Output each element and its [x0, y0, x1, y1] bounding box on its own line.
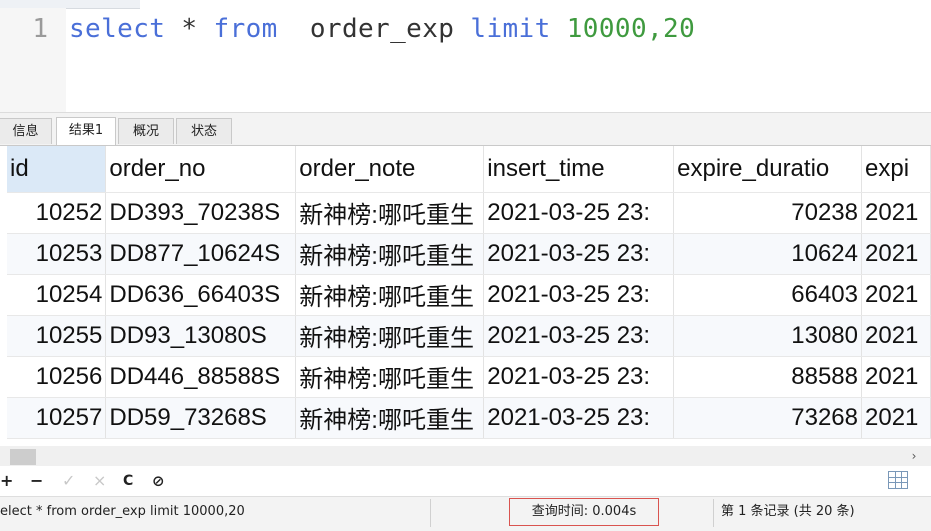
refresh-icon[interactable]: C: [123, 470, 133, 492]
column-header-insert-time[interactable]: insert_time: [483, 146, 675, 193]
cell-order-note[interactable]: 新神榜:哪吒重生: [295, 315, 485, 357]
cell-expire-duration[interactable]: 10624: [673, 233, 862, 275]
cell-id[interactable]: 10256: [7, 356, 107, 398]
cell-insert-time[interactable]: 2021-03-25 23:: [483, 356, 675, 398]
cell-order-note[interactable]: 新神榜:哪吒重生: [295, 192, 485, 234]
cell-order-note[interactable]: 新神榜:哪吒重生: [295, 274, 485, 316]
column-header-expire-duration[interactable]: expire_duratio: [673, 146, 862, 193]
cell-insert-time[interactable]: 2021-03-25 23:: [483, 233, 675, 275]
result-tab-bar: 信息 结果1 概况 状态: [0, 112, 931, 146]
delete-record-icon[interactable]: −: [30, 470, 43, 492]
stop-icon[interactable]: ⊘: [152, 470, 165, 492]
status-query-time: 查询时间: 0.004s: [509, 498, 659, 526]
scroll-right-arrow-icon[interactable]: ›: [904, 446, 924, 466]
cell-order-note[interactable]: 新神榜:哪吒重生: [295, 397, 485, 439]
status-divider: [430, 499, 431, 527]
add-record-icon[interactable]: +: [0, 470, 13, 492]
result-grid[interactable]: id order_no order_note insert_time expir…: [7, 146, 931, 439]
horizontal-scrollbar[interactable]: ›: [0, 446, 931, 466]
cell-insert-time[interactable]: 2021-03-25 23:: [483, 397, 675, 439]
table-row[interactable]: 10252 DD393_70238S 新神榜:哪吒重生 2021-03-25 2…: [7, 192, 931, 234]
table-row[interactable]: 10256 DD446_88588S 新神榜:哪吒重生 2021-03-25 2…: [7, 356, 931, 398]
apply-changes-icon[interactable]: ✓: [62, 470, 75, 492]
cell-expire-time[interactable]: 2021: [861, 274, 931, 316]
status-divider: [713, 499, 714, 527]
keyword-limit: limit: [470, 14, 551, 44]
result-table: id order_no order_note insert_time expir…: [7, 146, 931, 439]
cell-expire-time[interactable]: 2021: [861, 192, 931, 234]
token-table-name: order_exp: [309, 14, 455, 44]
cell-expire-duration[interactable]: 13080: [673, 315, 862, 357]
cell-order-no[interactable]: DD877_10624S: [105, 233, 297, 275]
status-bar: elect * from order_exp limit 10000,20 查询…: [0, 496, 931, 531]
cell-id[interactable]: 10252: [7, 192, 107, 234]
cell-insert-time[interactable]: 2021-03-25 23:: [483, 315, 675, 357]
cell-expire-time[interactable]: 2021: [861, 315, 931, 357]
line-number: 1: [32, 14, 48, 44]
cell-expire-duration[interactable]: 66403: [673, 274, 862, 316]
cell-id[interactable]: 10254: [7, 274, 107, 316]
cell-expire-duration[interactable]: 70238: [673, 192, 862, 234]
cell-expire-duration[interactable]: 88588: [673, 356, 862, 398]
tab-result-1[interactable]: 结果1: [56, 117, 116, 145]
table-row[interactable]: 10257 DD59_73268S 新神榜:哪吒重生 2021-03-25 23…: [7, 397, 931, 439]
grid-toolbar: + − ✓ × C ⊘: [0, 468, 931, 494]
cell-id[interactable]: 10253: [7, 233, 107, 275]
token-star: *: [181, 14, 198, 44]
keyword-from: from: [213, 14, 278, 44]
cell-expire-time[interactable]: 2021: [861, 233, 931, 275]
cell-order-no[interactable]: DD636_66403S: [105, 274, 297, 316]
scrollbar-thumb[interactable]: [10, 449, 36, 465]
cell-insert-time[interactable]: 2021-03-25 23:: [483, 192, 675, 234]
table-row[interactable]: 10253 DD877_10624S 新神榜:哪吒重生 2021-03-25 2…: [7, 233, 931, 275]
keyword-select: select: [69, 14, 166, 44]
tab-status[interactable]: 状态: [176, 118, 232, 144]
cell-expire-time[interactable]: 2021: [861, 356, 931, 398]
token-limit-values: 10000,20: [566, 14, 696, 44]
sql-code-line[interactable]: select * from order_exp limit 10000,20: [69, 14, 695, 44]
tab-profile[interactable]: 概况: [118, 118, 174, 144]
cell-order-no[interactable]: DD446_88588S: [105, 356, 297, 398]
header-row: id order_no order_note insert_time expir…: [7, 146, 931, 193]
cell-order-no[interactable]: DD59_73268S: [105, 397, 297, 439]
cell-expire-time[interactable]: 2021: [861, 397, 931, 439]
cell-expire-duration[interactable]: 73268: [673, 397, 862, 439]
cell-order-no[interactable]: DD93_13080S: [105, 315, 297, 357]
status-record-count: 第 1 条记录 (共 20 条): [721, 504, 855, 519]
column-header-order-note[interactable]: order_note: [295, 146, 485, 193]
cell-order-no[interactable]: DD393_70238S: [105, 192, 297, 234]
cell-insert-time[interactable]: 2021-03-25 23:: [483, 274, 675, 316]
table-row[interactable]: 10254 DD636_66403S 新神榜:哪吒重生 2021-03-25 2…: [7, 274, 931, 316]
grid-view-icon[interactable]: [888, 471, 908, 489]
column-header-id[interactable]: id: [7, 146, 107, 193]
status-sql-text: elect * from order_exp limit 10000,20: [0, 504, 245, 519]
query-editor[interactable]: 1 select * from order_exp limit 10000,20: [0, 0, 931, 112]
column-header-order-no[interactable]: order_no: [105, 146, 297, 193]
tab-info[interactable]: 信息: [0, 118, 52, 144]
cell-id[interactable]: 10257: [7, 397, 107, 439]
cell-order-note[interactable]: 新神榜:哪吒重生: [295, 356, 485, 398]
discard-changes-icon[interactable]: ×: [93, 470, 106, 492]
table-row[interactable]: 10255 DD93_13080S 新神榜:哪吒重生 2021-03-25 23…: [7, 315, 931, 357]
column-header-expire-time[interactable]: expi: [861, 146, 931, 193]
cell-id[interactable]: 10255: [7, 315, 107, 357]
cell-order-note[interactable]: 新神榜:哪吒重生: [295, 233, 485, 275]
